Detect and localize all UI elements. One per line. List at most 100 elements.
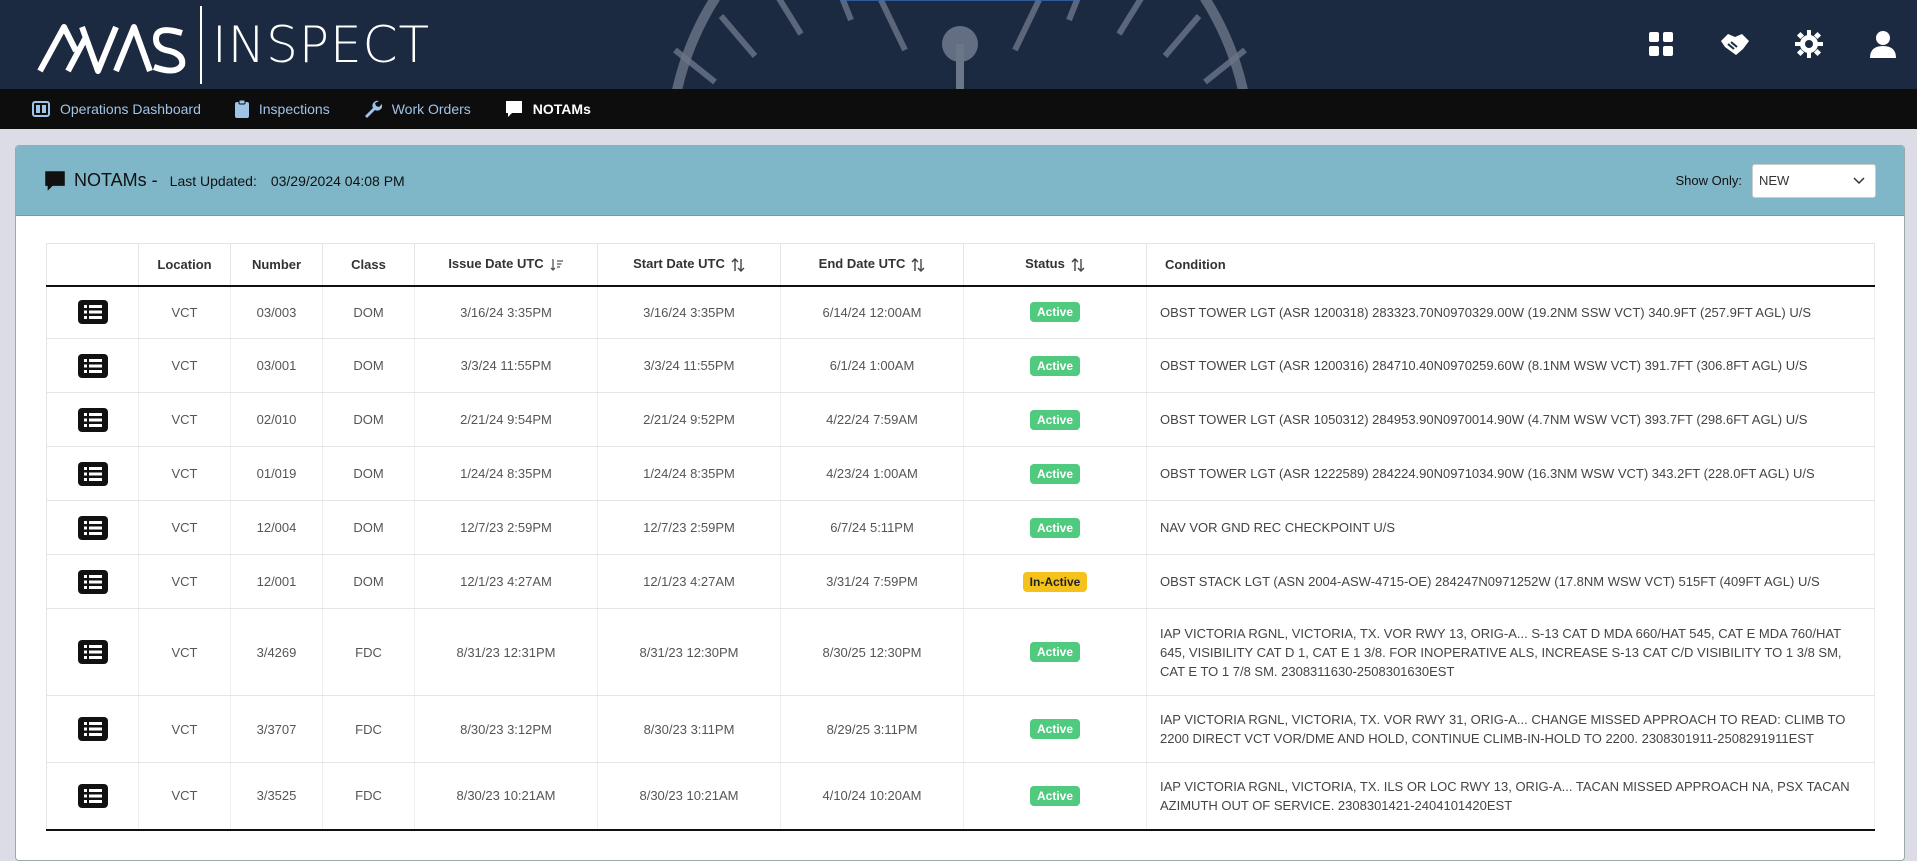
cell-start-date: 3/3/24 11:55PM xyxy=(597,338,781,393)
table-row[interactable]: VCT 03/003 DOM 3/16/24 3:35PM 3/16/24 3:35PM… xyxy=(46,285,1875,339)
cell-class: FDC xyxy=(322,762,415,831)
user-icon[interactable] xyxy=(1863,24,1903,64)
table-row[interactable]: VCT 12/001 DOM 12/1/23 4:27AM 12/1/23 4:27AM… xyxy=(46,554,1875,609)
table-row[interactable]: VCT 3/3525 FDC 8/30/23 10:21AM 8/30/23 10:21… xyxy=(46,762,1875,831)
cell-status: Active xyxy=(963,608,1147,696)
cell-number: 12/001 xyxy=(230,554,323,609)
sort-icon xyxy=(731,258,745,273)
details-list-icon[interactable] xyxy=(77,640,108,664)
chat-icon xyxy=(45,170,65,191)
col-header-location[interactable]: Location xyxy=(138,243,231,287)
grid-icon[interactable] xyxy=(1641,24,1681,64)
cell-location: VCT xyxy=(138,338,231,393)
nav-work-orders[interactable]: Work Orders xyxy=(364,100,471,118)
table-row[interactable]: VCT 01/019 DOM 1/24/24 8:35PM 1/24/24 8:35PM… xyxy=(46,446,1875,501)
table-row[interactable]: VCT 03/001 DOM 3/3/24 11:55PM 3/3/24 11:55PM… xyxy=(46,338,1875,393)
cell-location: VCT xyxy=(138,392,231,447)
last-updated-value: 03/29/2024 04:08 PM xyxy=(270,172,405,189)
sort-icon xyxy=(1071,258,1085,273)
cell-start-date: 2/21/24 9:52PM xyxy=(597,392,781,447)
nav-notams[interactable]: NOTAMs xyxy=(505,100,591,118)
nav-operations-dashboard[interactable]: Operations Dashboard xyxy=(32,101,201,117)
cell-location: VCT xyxy=(138,285,231,339)
row-action-cell xyxy=(46,500,139,555)
col-header-label: Status xyxy=(1025,256,1065,272)
nav-inspections[interactable]: Inspections xyxy=(234,100,330,118)
details-list-icon[interactable] xyxy=(77,353,108,378)
nav-label: NOTAMs xyxy=(532,101,591,117)
row-action-cell xyxy=(46,446,139,501)
cell-status: Active xyxy=(963,762,1147,831)
main-nav: Operations Dashboard Inspections Work Or… xyxy=(0,89,1917,129)
sort-icon xyxy=(911,258,925,273)
nav-label: Inspections xyxy=(258,101,330,117)
status-badge: In-Active xyxy=(1022,571,1088,592)
compass-dial-graphic xyxy=(672,0,1248,89)
table-row[interactable]: VCT 12/004 DOM 12/7/23 2:59PM 12/7/23 2:59PM… xyxy=(46,500,1875,555)
cell-location: VCT xyxy=(138,762,231,831)
details-list-icon[interactable] xyxy=(77,717,108,741)
table-row[interactable]: VCT 02/010 DOM 2/21/24 9:54PM 2/21/24 9:52PM… xyxy=(46,392,1875,447)
chevron-down-icon xyxy=(1853,176,1865,184)
cell-status: Active xyxy=(963,392,1147,447)
cell-start-date: 8/30/23 10:21AM xyxy=(597,762,781,831)
col-header-start-date[interactable]: Start Date UTC xyxy=(597,243,781,287)
status-badge: Active xyxy=(1029,302,1081,323)
details-list-icon[interactable] xyxy=(77,300,108,325)
details-list-icon[interactable] xyxy=(77,407,108,432)
cell-number: 3/4269 xyxy=(230,608,323,696)
cell-issue-date: 12/1/23 4:27AM xyxy=(414,554,598,609)
cell-class: DOM xyxy=(322,285,415,339)
row-action-cell xyxy=(46,392,139,447)
cell-location: VCT xyxy=(138,500,231,555)
app-logo[interactable]: INSPECT xyxy=(36,6,430,84)
show-only-select[interactable]: NEW xyxy=(1752,163,1876,198)
cell-number: 3/3525 xyxy=(230,762,323,831)
col-header-label: Issue Date UTC xyxy=(448,256,544,272)
cell-issue-date: 8/31/23 12:31PM xyxy=(414,608,598,696)
cell-location: VCT xyxy=(138,554,231,609)
cell-end-date: 6/7/24 5:11PM xyxy=(780,500,964,555)
row-action-cell xyxy=(46,554,139,609)
col-header-issue-date[interactable]: Issue Date UTC xyxy=(414,243,598,287)
cell-end-date: 6/14/24 12:00AM xyxy=(780,285,964,339)
details-list-icon[interactable] xyxy=(77,461,108,486)
col-header-actions xyxy=(46,243,139,287)
cell-start-date: 3/16/24 3:35PM xyxy=(597,285,781,339)
cell-number: 12/004 xyxy=(230,500,323,555)
status-badge: Active xyxy=(1029,463,1081,484)
table-row[interactable]: VCT 3/3707 FDC 8/30/23 3:12PM 8/30/23 3:11PM… xyxy=(46,695,1875,763)
page-title: NOTAMs - xyxy=(74,170,158,190)
row-action-cell xyxy=(46,695,139,763)
cell-start-date: 8/31/23 12:30PM xyxy=(597,608,781,696)
cell-condition: OBST STACK LGT (ASN 2004-ASW-4715-OE) 28… xyxy=(1146,554,1875,609)
details-list-icon[interactable] xyxy=(77,515,108,540)
status-badge: Active xyxy=(1029,355,1081,376)
nav-label: Work Orders xyxy=(391,101,471,117)
cell-status: Active xyxy=(963,338,1147,393)
col-header-class[interactable]: Class xyxy=(322,243,415,287)
details-list-icon[interactable] xyxy=(77,783,108,808)
notams-panel: NOTAMs - Last Updated: 03/29/2024 04:08 … xyxy=(15,145,1905,861)
col-header-status[interactable]: Status xyxy=(963,243,1147,287)
cell-condition: IAP VICTORIA RGNL, VICTORIA, TX. VOR RWY… xyxy=(1146,608,1875,696)
handshake-icon[interactable] xyxy=(1715,24,1755,64)
cell-number: 01/019 xyxy=(230,446,323,501)
cell-issue-date: 1/24/24 8:35PM xyxy=(414,446,598,501)
avias-logo-mark xyxy=(37,24,186,74)
details-list-icon[interactable] xyxy=(77,569,108,594)
status-badge: Active xyxy=(1029,785,1081,806)
cell-issue-date: 3/3/24 11:55PM xyxy=(414,338,598,393)
col-header-number[interactable]: Number xyxy=(230,243,323,287)
col-header-condition[interactable]: Condition xyxy=(1146,243,1875,287)
cell-class: FDC xyxy=(322,695,415,763)
cell-class: DOM xyxy=(322,338,415,393)
clipboard-icon xyxy=(234,100,249,118)
cell-number: 3/3707 xyxy=(230,695,323,763)
cell-condition: OBST TOWER LGT (ASR 1050312) 284953.90N0… xyxy=(1146,392,1875,447)
gear-icon[interactable] xyxy=(1789,24,1829,64)
cell-location: VCT xyxy=(138,695,231,763)
table-row[interactable]: VCT 3/4269 FDC 8/31/23 12:31PM 8/31/23 12:30… xyxy=(46,608,1875,696)
cell-status: Active xyxy=(963,446,1147,501)
col-header-end-date[interactable]: End Date UTC xyxy=(780,243,964,287)
